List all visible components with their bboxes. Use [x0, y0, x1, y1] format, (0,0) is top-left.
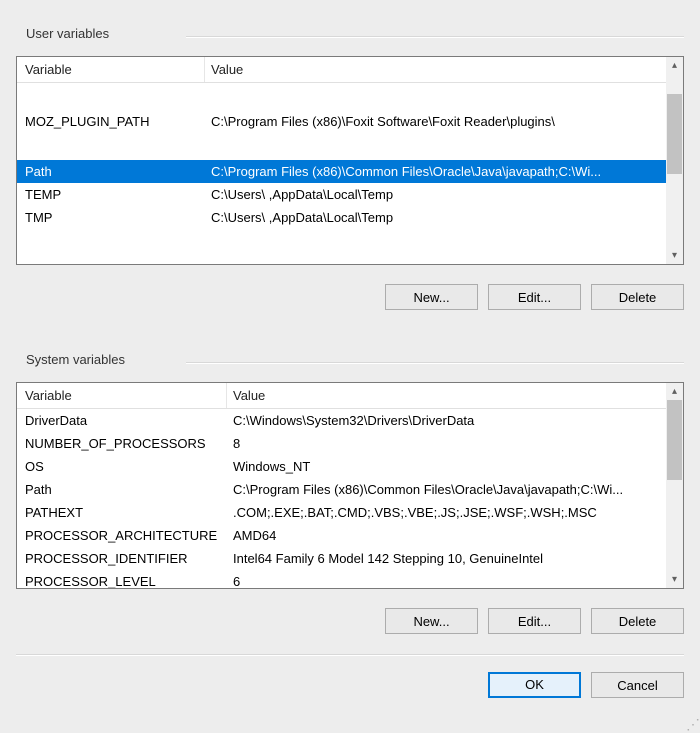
cell-variable: DriverData: [17, 409, 227, 432]
system-delete-button[interactable]: Delete: [591, 608, 684, 634]
cell-value: C:\Program Files (x86)\Common Files\Orac…: [227, 478, 666, 501]
column-header-variable[interactable]: Variable: [17, 383, 227, 408]
list-header: Variable Value: [17, 383, 683, 409]
cell-value: C:\Program Files (x86)\Common Files\Orac…: [205, 160, 666, 183]
cancel-button[interactable]: Cancel: [591, 672, 684, 698]
ok-button[interactable]: OK: [488, 672, 581, 698]
divider: [16, 654, 684, 656]
cell-value: C:\Windows\System32\Drivers\DriverData: [227, 409, 666, 432]
table-row[interactable]: MOZ_PLUGIN_PATHC:\Program Files (x86)\Fo…: [17, 83, 666, 160]
scrollbar[interactable]: ▴ ▾: [666, 57, 683, 264]
cell-variable: Path: [17, 160, 205, 183]
cell-value: Windows_NT: [227, 455, 666, 478]
user-variables-list[interactable]: Variable Value MOZ_PLUGIN_PATHC:\Program…: [16, 56, 684, 265]
column-header-value[interactable]: Value: [205, 57, 683, 82]
table-row[interactable]: PROCESSOR_IDENTIFIERIntel64 Family 6 Mod…: [17, 547, 666, 570]
cell-value: .COM;.EXE;.BAT;.CMD;.VBS;.VBE;.JS;.JSE;.…: [227, 501, 666, 524]
table-row[interactable]: PathC:\Program Files (x86)\Common Files\…: [17, 160, 666, 183]
cell-value: 6: [227, 570, 666, 588]
cell-variable: PROCESSOR_ARCHITECTURE: [17, 524, 227, 547]
column-header-variable[interactable]: Variable: [17, 57, 205, 82]
table-row[interactable]: PATHEXT.COM;.EXE;.BAT;.CMD;.VBS;.VBE;.JS…: [17, 501, 666, 524]
scroll-down-icon[interactable]: ▾: [666, 571, 683, 588]
system-variables-list[interactable]: Variable Value DriverDataC:\Windows\Syst…: [16, 382, 684, 589]
scroll-thumb[interactable]: [667, 94, 682, 174]
user-edit-button[interactable]: Edit...: [488, 284, 581, 310]
table-row[interactable]: PathC:\Program Files (x86)\Common Files\…: [17, 478, 666, 501]
table-row[interactable]: TEMPC:\Users\ ,AppData\Local\Temp: [17, 183, 666, 206]
system-edit-button[interactable]: Edit...: [488, 608, 581, 634]
cell-value: AMD64: [227, 524, 666, 547]
system-variables-group-label: System variables: [22, 352, 129, 367]
cell-variable: TMP: [17, 206, 205, 229]
cell-variable: Path: [17, 478, 227, 501]
cell-variable: MOZ_PLUGIN_PATH: [17, 83, 205, 160]
table-row[interactable]: NUMBER_OF_PROCESSORS8: [17, 432, 666, 455]
group-divider: [186, 362, 684, 364]
scroll-down-icon[interactable]: ▾: [666, 247, 683, 264]
list-header: Variable Value: [17, 57, 683, 83]
cell-variable: PROCESSOR_LEVEL: [17, 570, 227, 588]
table-row[interactable]: PROCESSOR_ARCHITECTUREAMD64: [17, 524, 666, 547]
cell-value: 8: [227, 432, 666, 455]
column-header-value[interactable]: Value: [227, 383, 683, 408]
table-row[interactable]: DriverDataC:\Windows\System32\Drivers\Dr…: [17, 409, 666, 432]
table-row[interactable]: PROCESSOR_LEVEL6: [17, 570, 666, 588]
cell-variable: OS: [17, 455, 227, 478]
scroll-thumb[interactable]: [667, 400, 682, 480]
system-new-button[interactable]: New...: [385, 608, 478, 634]
cell-value: C:\Users\ ,AppData\Local\Temp: [205, 206, 666, 229]
scrollbar[interactable]: ▴ ▾: [666, 383, 683, 588]
cell-variable: PATHEXT: [17, 501, 227, 524]
cell-value: Intel64 Family 6 Model 142 Stepping 10, …: [227, 547, 666, 570]
cell-variable: PROCESSOR_IDENTIFIER: [17, 547, 227, 570]
user-new-button[interactable]: New...: [385, 284, 478, 310]
scroll-up-icon[interactable]: ▴: [666, 57, 683, 74]
cell-value: C:\Users\ ,AppData\Local\Temp: [205, 183, 666, 206]
group-divider: [186, 36, 684, 38]
scroll-up-icon[interactable]: ▴: [666, 383, 683, 400]
table-row[interactable]: OSWindows_NT: [17, 455, 666, 478]
cell-value: C:\Program Files (x86)\Foxit Software\Fo…: [205, 83, 666, 160]
table-row[interactable]: TMPC:\Users\ ,AppData\Local\Temp: [17, 206, 666, 229]
cell-variable: TEMP: [17, 183, 205, 206]
user-delete-button[interactable]: Delete: [591, 284, 684, 310]
cell-variable: NUMBER_OF_PROCESSORS: [17, 432, 227, 455]
resize-grip-icon[interactable]: ⋰: [686, 719, 698, 731]
user-variables-group-label: User variables: [22, 26, 113, 41]
